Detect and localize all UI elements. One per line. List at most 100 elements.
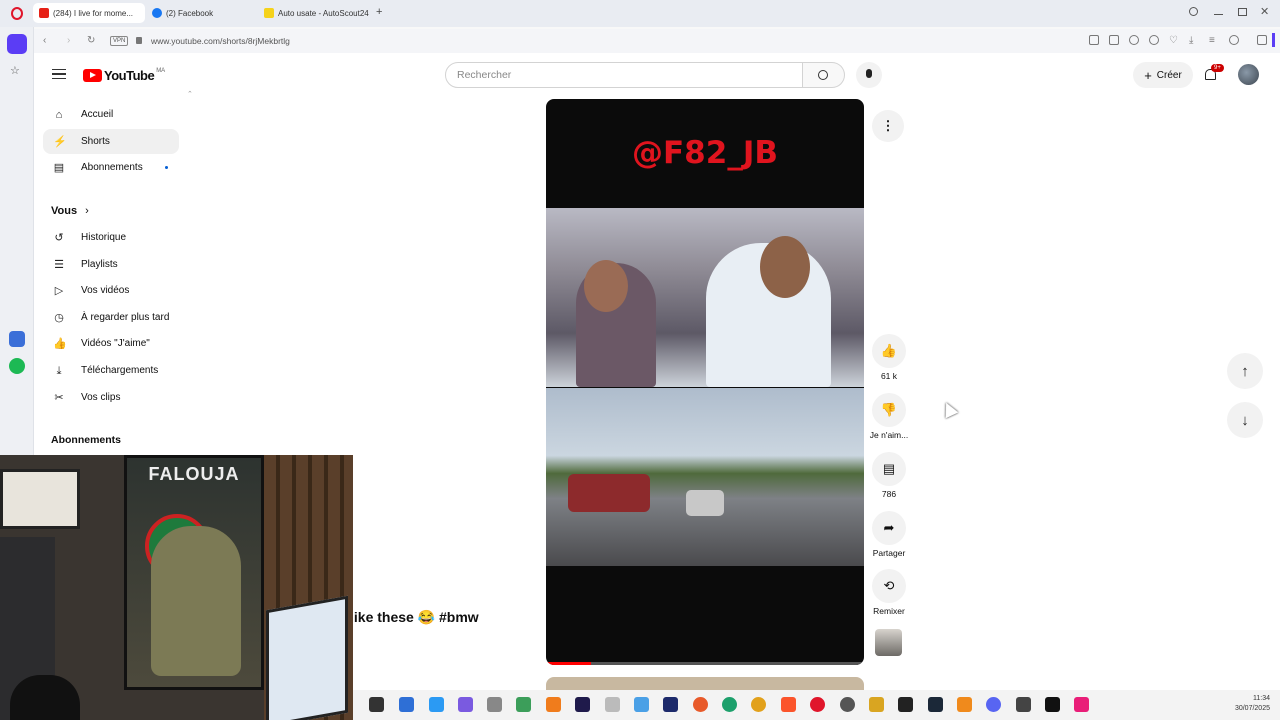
maximize-button[interactable] xyxy=(1238,8,1247,16)
remix-button[interactable]: ⟲ Remixer xyxy=(869,569,909,616)
new-tab-button[interactable]: + xyxy=(376,6,382,18)
taskbar-app-icon[interactable] xyxy=(986,697,1001,712)
taskbar-app-icon[interactable] xyxy=(781,697,796,712)
youtube-logo[interactable]: YouTube MA xyxy=(83,68,165,83)
taskbar-app-icon[interactable] xyxy=(429,697,444,712)
thumbs-down-icon: 👎 xyxy=(872,393,906,427)
opera-logo-icon[interactable] xyxy=(11,7,23,20)
pinboard-icon[interactable]: ☆ xyxy=(10,64,20,77)
shield-icon[interactable] xyxy=(1129,35,1139,45)
close-window-button[interactable]: ✕ xyxy=(1260,5,1269,18)
taskbar-app-icon[interactable] xyxy=(898,697,913,712)
app-store-icon[interactable] xyxy=(9,331,25,347)
dislike-label: Je n'aim... xyxy=(869,430,909,440)
share-button[interactable]: ➦ Partager xyxy=(869,511,909,558)
voice-search-button[interactable] xyxy=(856,62,882,88)
taskbar-app-icon[interactable] xyxy=(751,697,766,712)
search-button[interactable] xyxy=(803,62,845,88)
taskbar-app-icon[interactable] xyxy=(928,697,943,712)
comment-icon: ▤ xyxy=(872,452,906,486)
like-button[interactable]: 👍 61 k xyxy=(869,334,909,381)
taskbar-clock[interactable]: 11:34 30/07/2025 xyxy=(1218,694,1270,714)
forward-button[interactable]: › xyxy=(67,35,70,46)
laptop-screen xyxy=(266,595,348,720)
taskbar-app-icon[interactable] xyxy=(369,697,384,712)
taskbar-app-icon[interactable] xyxy=(458,697,473,712)
sidebar-item-label: Vos clips xyxy=(81,392,121,403)
heart-icon[interactable]: ♡ xyxy=(1169,35,1178,46)
sidebar-item-label: Téléchargements xyxy=(81,365,159,376)
sidebar-item-clips[interactable]: ✂ Vos clips xyxy=(43,385,179,410)
sidebar-scroll-up-icon[interactable]: ⌃ xyxy=(187,90,193,98)
taskbar-app-icon[interactable] xyxy=(516,697,531,712)
edit-icon[interactable] xyxy=(1089,35,1099,45)
taskbar-app-icon[interactable] xyxy=(1016,697,1031,712)
back-button[interactable]: ‹ xyxy=(43,35,46,46)
sidebar-item-historique[interactable]: ↺ Historique xyxy=(43,225,179,250)
spotify-icon[interactable] xyxy=(9,358,25,374)
sidebar-item-accueil[interactable]: ⌂ Accueil xyxy=(43,102,179,127)
taskbar-app-icon[interactable] xyxy=(663,697,678,712)
you-section-header[interactable]: Vous › xyxy=(51,205,89,217)
remix-icon: ⟲ xyxy=(872,569,906,603)
short-video-player[interactable]: @F82_JB xyxy=(546,99,864,665)
player-icon[interactable] xyxy=(1149,35,1159,45)
tab-facebook[interactable]: (2) Facebook xyxy=(146,3,256,23)
create-button[interactable]: + Créer xyxy=(1133,62,1193,88)
tab-youtube[interactable]: (284) I live for mome... xyxy=(33,3,145,23)
video-progress-bar[interactable] xyxy=(546,662,864,665)
url-field[interactable]: www.youtube.com/shorts/8rjMekbrtlg xyxy=(151,36,290,46)
tab-autoscout[interactable]: Auto usate - AutoScout24 xyxy=(258,3,372,23)
sidebar-item-vos-videos[interactable]: ▷ Vos vidéos xyxy=(43,278,179,303)
browser-tab-bar: (284) I live for mome... (2) Facebook Au… xyxy=(0,0,1280,27)
taskbar-app-icon[interactable] xyxy=(1045,697,1060,712)
camera-icon[interactable] xyxy=(1109,35,1119,45)
taskbar-app-icon[interactable] xyxy=(722,697,737,712)
taskbar-app-icon[interactable] xyxy=(605,697,620,712)
taskbar-app-icon[interactable] xyxy=(487,697,502,712)
taskbar-app-icon[interactable] xyxy=(869,697,884,712)
sidebar-toggle-icon[interactable] xyxy=(1272,33,1275,47)
dislike-button[interactable]: 👎 Je n'aim... xyxy=(869,393,909,440)
download-icon[interactable]: ⤓ xyxy=(1189,35,1193,46)
sidebar-item-downloads[interactable]: ⤓ Téléchargements xyxy=(43,358,179,383)
sound-thumbnail[interactable] xyxy=(875,629,902,656)
next-short-button[interactable]: ↓ xyxy=(1227,402,1263,438)
avatar[interactable] xyxy=(1238,64,1259,85)
workspace-home-icon[interactable] xyxy=(7,34,27,54)
next-short-preview[interactable] xyxy=(546,677,864,690)
create-label: Créer xyxy=(1156,69,1182,81)
watch-later-icon: ◷ xyxy=(54,311,64,324)
tab-title: Auto usate - AutoScout24 xyxy=(278,8,369,18)
taskbar-app-icon[interactable] xyxy=(693,697,708,712)
comments-button[interactable]: ▤ 786 xyxy=(869,452,909,499)
taskbar-app-icon[interactable] xyxy=(957,697,972,712)
more-options-button[interactable]: ⋮ xyxy=(872,110,904,142)
notifications-button[interactable]: 9+ xyxy=(1203,64,1224,82)
account-icon[interactable] xyxy=(1229,35,1239,45)
vpn-badge[interactable]: VPN xyxy=(110,36,129,46)
taskbar-app-icon[interactable] xyxy=(546,697,561,712)
taskbar-app-icon[interactable] xyxy=(1074,697,1089,712)
previous-short-button[interactable]: ↑ xyxy=(1227,353,1263,389)
sidebar-item-shorts[interactable]: ⚡ Shorts xyxy=(43,129,179,154)
sidebar-item-liked-videos[interactable]: 👍 Vidéos "J'aime" xyxy=(43,331,179,356)
search-icon xyxy=(818,70,828,80)
sidebar-item-watch-later[interactable]: ◷ À regarder plus tard xyxy=(43,305,179,330)
menu-icon[interactable]: ≡ xyxy=(1209,35,1215,46)
search-input[interactable]: Rechercher xyxy=(445,62,803,88)
taskbar-app-icon[interactable] xyxy=(810,697,825,712)
taskbar-app-icon[interactable] xyxy=(634,697,649,712)
minimize-button[interactable] xyxy=(1214,14,1223,15)
tab-search-icon[interactable] xyxy=(1189,7,1198,16)
sidebar-item-playlists[interactable]: ☰ Playlists xyxy=(43,252,179,277)
taskbar-app-icon[interactable] xyxy=(575,697,590,712)
like-count: 61 k xyxy=(880,371,898,381)
extensions-icon[interactable] xyxy=(1257,35,1267,45)
taskbar-app-icon[interactable] xyxy=(840,697,855,712)
hamburger-menu-icon[interactable] xyxy=(52,69,66,79)
region-code: MA xyxy=(156,67,166,74)
sidebar-item-abonnements[interactable]: ▤ Abonnements xyxy=(43,155,179,180)
reload-button[interactable]: ↻ xyxy=(87,35,95,46)
taskbar-app-icon[interactable] xyxy=(399,697,414,712)
